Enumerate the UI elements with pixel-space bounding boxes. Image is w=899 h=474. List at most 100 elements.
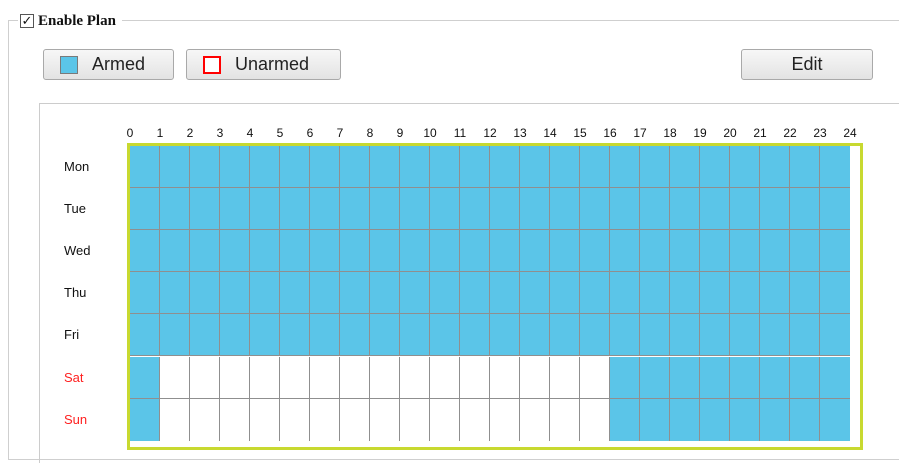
armed-cell[interactable]	[670, 230, 700, 273]
unarmed-cell[interactable]	[460, 356, 490, 399]
unarmed-cell[interactable]	[520, 398, 550, 441]
unarmed-cell[interactable]	[310, 398, 340, 441]
unarmed-cell[interactable]	[190, 398, 220, 441]
unarmed-cell[interactable]	[340, 398, 370, 441]
armed-cell[interactable]	[460, 188, 490, 231]
armed-cell[interactable]	[790, 272, 820, 315]
armed-cell[interactable]	[790, 146, 820, 189]
armed-cell[interactable]	[340, 230, 370, 273]
armed-cell[interactable]	[460, 146, 490, 189]
armed-cell[interactable]	[280, 146, 310, 189]
unarmed-cell[interactable]	[430, 398, 460, 441]
armed-cell[interactable]	[550, 272, 580, 315]
armed-cell[interactable]	[730, 188, 760, 231]
armed-cell[interactable]	[190, 188, 220, 231]
armed-cell[interactable]	[160, 314, 190, 357]
armed-cell[interactable]	[640, 314, 670, 357]
armed-cell[interactable]	[250, 230, 280, 273]
armed-cell[interactable]	[580, 188, 610, 231]
armed-cell[interactable]	[670, 146, 700, 189]
armed-cell[interactable]	[400, 230, 430, 273]
armed-cell[interactable]	[130, 356, 160, 399]
armed-cell[interactable]	[160, 188, 190, 231]
armed-cell[interactable]	[490, 230, 520, 273]
armed-cell[interactable]	[460, 230, 490, 273]
unarmed-cell[interactable]	[340, 356, 370, 399]
armed-cell[interactable]	[610, 230, 640, 273]
armed-cell[interactable]	[580, 314, 610, 357]
armed-cell[interactable]	[820, 398, 850, 441]
unarmed-cell[interactable]	[220, 398, 250, 441]
armed-cell[interactable]	[730, 146, 760, 189]
armed-cell[interactable]	[430, 146, 460, 189]
armed-cell[interactable]	[610, 146, 640, 189]
armed-cell[interactable]	[340, 146, 370, 189]
armed-cell[interactable]	[670, 188, 700, 231]
unarmed-cell[interactable]	[550, 356, 580, 399]
armed-cell[interactable]	[760, 314, 790, 357]
armed-cell[interactable]	[790, 314, 820, 357]
unarmed-cell[interactable]	[400, 356, 430, 399]
enable-plan-checkbox[interactable]: ✓	[20, 14, 34, 28]
armed-cell[interactable]	[460, 314, 490, 357]
armed-cell[interactable]	[490, 314, 520, 357]
armed-cell[interactable]	[220, 230, 250, 273]
armed-cell[interactable]	[700, 272, 730, 315]
armed-cell[interactable]	[280, 188, 310, 231]
unarmed-cell[interactable]	[280, 398, 310, 441]
armed-cell[interactable]	[760, 272, 790, 315]
armed-cell[interactable]	[250, 188, 280, 231]
armed-cell[interactable]	[730, 356, 760, 399]
armed-cell[interactable]	[550, 146, 580, 189]
armed-cell[interactable]	[430, 272, 460, 315]
armed-cell[interactable]	[400, 188, 430, 231]
unarmed-cell[interactable]	[430, 356, 460, 399]
unarmed-cell[interactable]	[520, 356, 550, 399]
armed-cell[interactable]	[190, 314, 220, 357]
armed-cell[interactable]	[520, 314, 550, 357]
unarmed-cell[interactable]	[250, 356, 280, 399]
armed-cell[interactable]	[430, 314, 460, 357]
armed-cell[interactable]	[700, 314, 730, 357]
armed-cell[interactable]	[580, 230, 610, 273]
armed-cell[interactable]	[490, 188, 520, 231]
armed-cell[interactable]	[220, 188, 250, 231]
armed-cell[interactable]	[190, 272, 220, 315]
armed-cell[interactable]	[400, 272, 430, 315]
armed-cell[interactable]	[280, 314, 310, 357]
armed-cell[interactable]	[790, 230, 820, 273]
armed-cell[interactable]	[550, 188, 580, 231]
armed-cell[interactable]	[190, 146, 220, 189]
armed-cell[interactable]	[130, 230, 160, 273]
armed-cell[interactable]	[130, 146, 160, 189]
armed-cell[interactable]	[640, 272, 670, 315]
armed-cell[interactable]	[370, 188, 400, 231]
armed-cell[interactable]	[700, 356, 730, 399]
armed-cell[interactable]	[730, 398, 760, 441]
unarmed-cell[interactable]	[490, 356, 520, 399]
armed-cell[interactable]	[820, 146, 850, 189]
armed-cell[interactable]	[580, 272, 610, 315]
armed-cell[interactable]	[130, 272, 160, 315]
armed-cell[interactable]	[520, 188, 550, 231]
armed-cell[interactable]	[670, 398, 700, 441]
armed-cell[interactable]	[760, 356, 790, 399]
armed-cell[interactable]	[340, 314, 370, 357]
armed-cell[interactable]	[610, 314, 640, 357]
armed-cell[interactable]	[370, 230, 400, 273]
armed-cell[interactable]	[310, 230, 340, 273]
unarmed-cell[interactable]	[280, 356, 310, 399]
armed-cell[interactable]	[340, 272, 370, 315]
armed-cell[interactable]	[640, 146, 670, 189]
unarmed-cell[interactable]	[550, 398, 580, 441]
armed-cell[interactable]	[730, 314, 760, 357]
armed-cell[interactable]	[430, 230, 460, 273]
armed-cell[interactable]	[550, 230, 580, 273]
armed-cell[interactable]	[760, 230, 790, 273]
armed-cell[interactable]	[160, 272, 190, 315]
armed-cell[interactable]	[700, 188, 730, 231]
armed-cell[interactable]	[370, 272, 400, 315]
armed-cell[interactable]	[310, 314, 340, 357]
armed-cell[interactable]	[610, 188, 640, 231]
armed-cell[interactable]	[490, 146, 520, 189]
